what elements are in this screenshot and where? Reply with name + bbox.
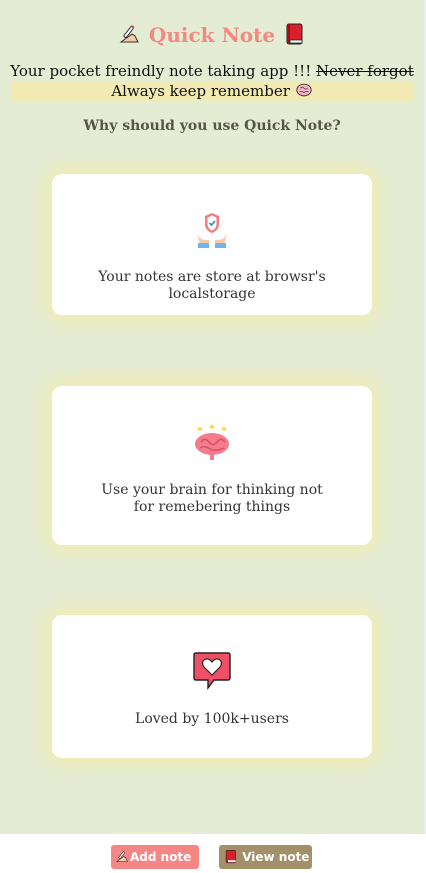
- red-book-icon: [225, 849, 236, 864]
- protect-hands-icon: [194, 213, 230, 248]
- feature-text: Your notes are store at browsr's localst…: [98, 269, 326, 302]
- feature-text: Loved by 100k+users: [135, 711, 289, 727]
- feature-card-brain: Use your brain for thinking not for reme…: [52, 386, 372, 545]
- view-note-label: View note: [242, 850, 310, 864]
- add-note-label: Add note: [130, 850, 192, 864]
- page-title: Quick Note: [0, 20, 424, 50]
- add-note-button[interactable]: Add note: [111, 845, 199, 869]
- heart-message-icon: [193, 652, 231, 690]
- writing-hand-icon: [115, 851, 129, 862]
- view-note-button[interactable]: View note: [219, 845, 312, 869]
- tagline-text: Your pocket freindly note taking app !!!: [10, 62, 312, 80]
- footer-bar: Add note View note: [0, 834, 426, 873]
- highlight-banner: Always keep remember: [11, 81, 413, 101]
- feature-card-storage: Your notes are store at browsr's localst…: [52, 174, 372, 315]
- writing-hand-icon: [119, 25, 139, 43]
- feature-text: Use your brain for thinking not for reme…: [101, 482, 323, 515]
- highlight-text: Always keep remember: [111, 82, 290, 100]
- title-text: Quick Note: [148, 23, 276, 47]
- app-container: Quick Note Your pocket freindly note tak…: [0, 0, 426, 834]
- brain-emoji-icon: [296, 83, 312, 97]
- section-heading: Why should you use Quick Note?: [83, 118, 341, 134]
- brain-icon: [195, 424, 229, 460]
- feature-card-loved: Loved by 100k+users: [52, 615, 372, 758]
- red-book-icon: [286, 23, 303, 45]
